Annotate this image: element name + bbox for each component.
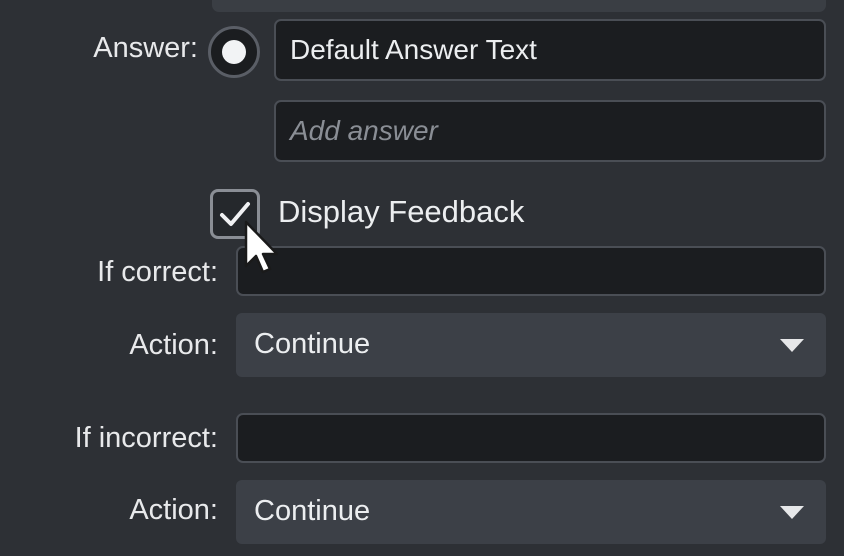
answer-text-field[interactable]: Default Answer Text <box>274 19 826 81</box>
mouse-pointer-icon <box>244 220 279 274</box>
add-answer-placeholder: Add answer <box>290 115 438 146</box>
correct-action-label: Action: <box>129 329 218 361</box>
display-feedback-label[interactable]: Display Feedback <box>278 192 524 232</box>
correct-action-dropdown[interactable]: Continue <box>236 313 826 377</box>
quiz-answer-panel: Answer: Default Answer Text Add answer D… <box>0 0 844 556</box>
radio-selected-icon <box>222 40 246 64</box>
if-incorrect-field[interactable] <box>236 413 826 463</box>
previous-field-edge <box>212 0 826 12</box>
chevron-down-icon <box>780 339 804 352</box>
correct-action-value: Continue <box>254 328 371 360</box>
incorrect-action-dropdown[interactable]: Continue <box>236 480 826 544</box>
incorrect-action-value: Continue <box>254 495 371 527</box>
if-incorrect-label: If incorrect: <box>74 422 218 454</box>
answer-radio-button[interactable] <box>208 26 260 78</box>
add-answer-field[interactable]: Add answer <box>274 100 826 162</box>
answer-text-value: Default Answer Text <box>290 34 537 65</box>
answer-label: Answer: <box>93 32 198 64</box>
incorrect-action-label: Action: <box>129 494 218 526</box>
if-correct-label: If correct: <box>97 256 218 288</box>
chevron-down-icon <box>780 506 804 519</box>
if-correct-field[interactable] <box>236 246 826 296</box>
